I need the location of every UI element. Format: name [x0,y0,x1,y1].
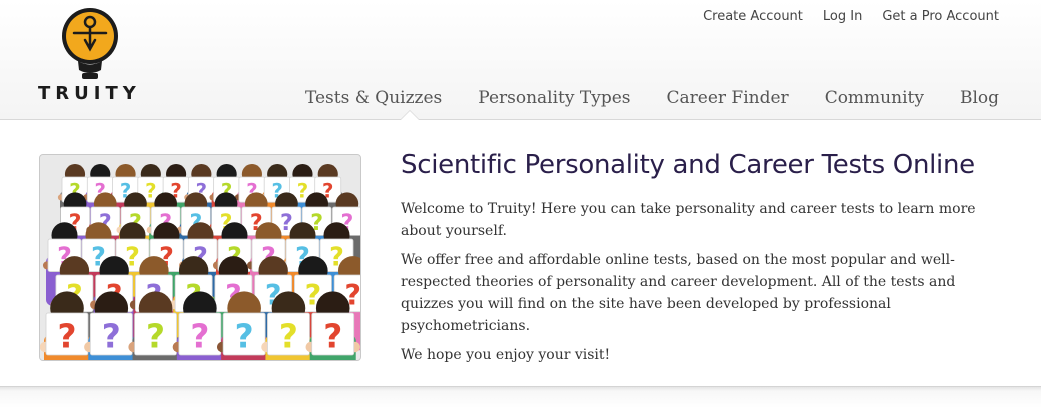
svg-text:?: ? [102,317,121,355]
active-nav-pointer [400,110,420,120]
svg-text:?: ? [145,180,156,203]
intro-paragraph-welcome: Welcome to Truity! Here you can take per… [401,201,976,239]
nav-personality-types[interactable]: Personality Types [478,88,630,108]
intro-section: Scientific Personality and Career Tests … [401,150,1011,373]
svg-text:?: ? [279,317,298,355]
truity-logo[interactable]: TRUITY [38,6,140,106]
nav-community[interactable]: Community [825,88,924,108]
log-in-link[interactable]: Log In [823,9,862,24]
svg-text:?: ? [190,317,209,355]
intro-paragraph-offer: We offer free and affordable online test… [401,252,956,334]
section-divider [0,386,1041,408]
hero-crowd-image: ????????????????????????????????????????… [39,154,361,361]
account-links: Create Account Log In Get a Pro Account [703,9,999,24]
lightbulb-person-icon [62,8,118,79]
intro-paragraph-closing: We hope you enjoy your visit! [401,347,611,363]
nav-career-finder[interactable]: Career Finder [667,88,789,108]
site-header: TRUITY Create Account Log In Get a Pro A… [0,0,1041,120]
svg-text:?: ? [235,317,254,355]
svg-text:?: ? [57,317,76,355]
main-navigation: Tests & Quizzes Personality Types Career… [305,88,999,108]
nav-blog[interactable]: Blog [960,88,999,108]
svg-text:?: ? [146,317,165,355]
brand-wordmark: TRUITY [38,83,141,104]
crowd-with-question-mark-signs-icon: ????????????????????????????????????????… [40,155,360,360]
create-account-link[interactable]: Create Account [703,9,803,24]
svg-text:?: ? [323,317,342,355]
page-title: Scientific Personality and Career Tests … [401,150,975,180]
nav-tests-quizzes[interactable]: Tests & Quizzes [305,88,442,108]
pro-account-link[interactable]: Get a Pro Account [882,9,999,24]
